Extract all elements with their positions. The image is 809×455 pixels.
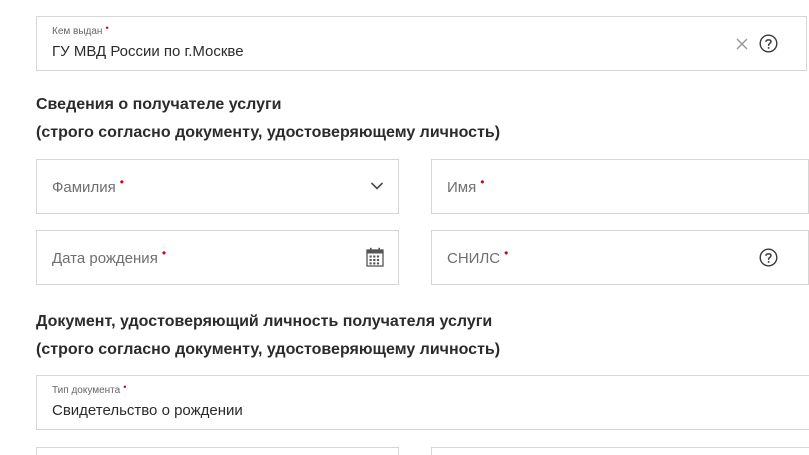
document-section-subtitle: (строго согласно документу, удостоверяющ… — [36, 341, 501, 358]
document-type-field[interactable]: Тип документа • Свидетельство о рождении — [36, 375, 809, 430]
question-circle-icon[interactable] — [759, 34, 778, 53]
recipient-section-subtitle: (строго согласно документу, удостоверяющ… — [36, 124, 501, 141]
required-mark: • — [123, 382, 127, 392]
issued-by-value: ГУ МВД России по г.Москве — [52, 43, 244, 60]
required-mark: • — [480, 175, 485, 189]
next-field-right[interactable] — [431, 447, 809, 455]
chevron-down-icon[interactable] — [370, 181, 384, 191]
surname-field[interactable]: Фамилия • — [36, 159, 399, 214]
question-circle-icon[interactable] — [759, 248, 778, 267]
next-field-left[interactable] — [36, 447, 399, 455]
birth-date-placeholder: Дата рождения • — [52, 246, 167, 267]
surname-placeholder: Фамилия • — [52, 175, 124, 196]
required-mark: • — [504, 246, 509, 260]
required-mark: • — [119, 175, 124, 189]
document-section-title: Документ, удостоверяющий личность получа… — [36, 313, 493, 330]
snils-placeholder: СНИЛС • — [447, 246, 509, 267]
document-type-label: Тип документа • — [52, 382, 127, 396]
document-type-value: Свидетельство о рождении — [52, 402, 243, 419]
snils-field[interactable]: СНИЛС • — [431, 230, 809, 285]
required-mark: • — [105, 23, 109, 33]
calendar-icon[interactable] — [366, 247, 384, 267]
name-placeholder: Имя • — [447, 175, 485, 196]
issued-by-field[interactable]: Кем выдан • ГУ МВД России по г.Москве — [36, 16, 807, 71]
issued-by-label: Кем выдан • — [52, 23, 109, 37]
close-icon[interactable] — [735, 37, 749, 51]
recipient-section-title: Сведения о получателе услуги — [36, 96, 282, 113]
name-field[interactable]: Имя • — [431, 159, 809, 214]
required-mark: • — [161, 246, 167, 260]
birth-date-field[interactable]: Дата рождения • — [36, 230, 399, 285]
